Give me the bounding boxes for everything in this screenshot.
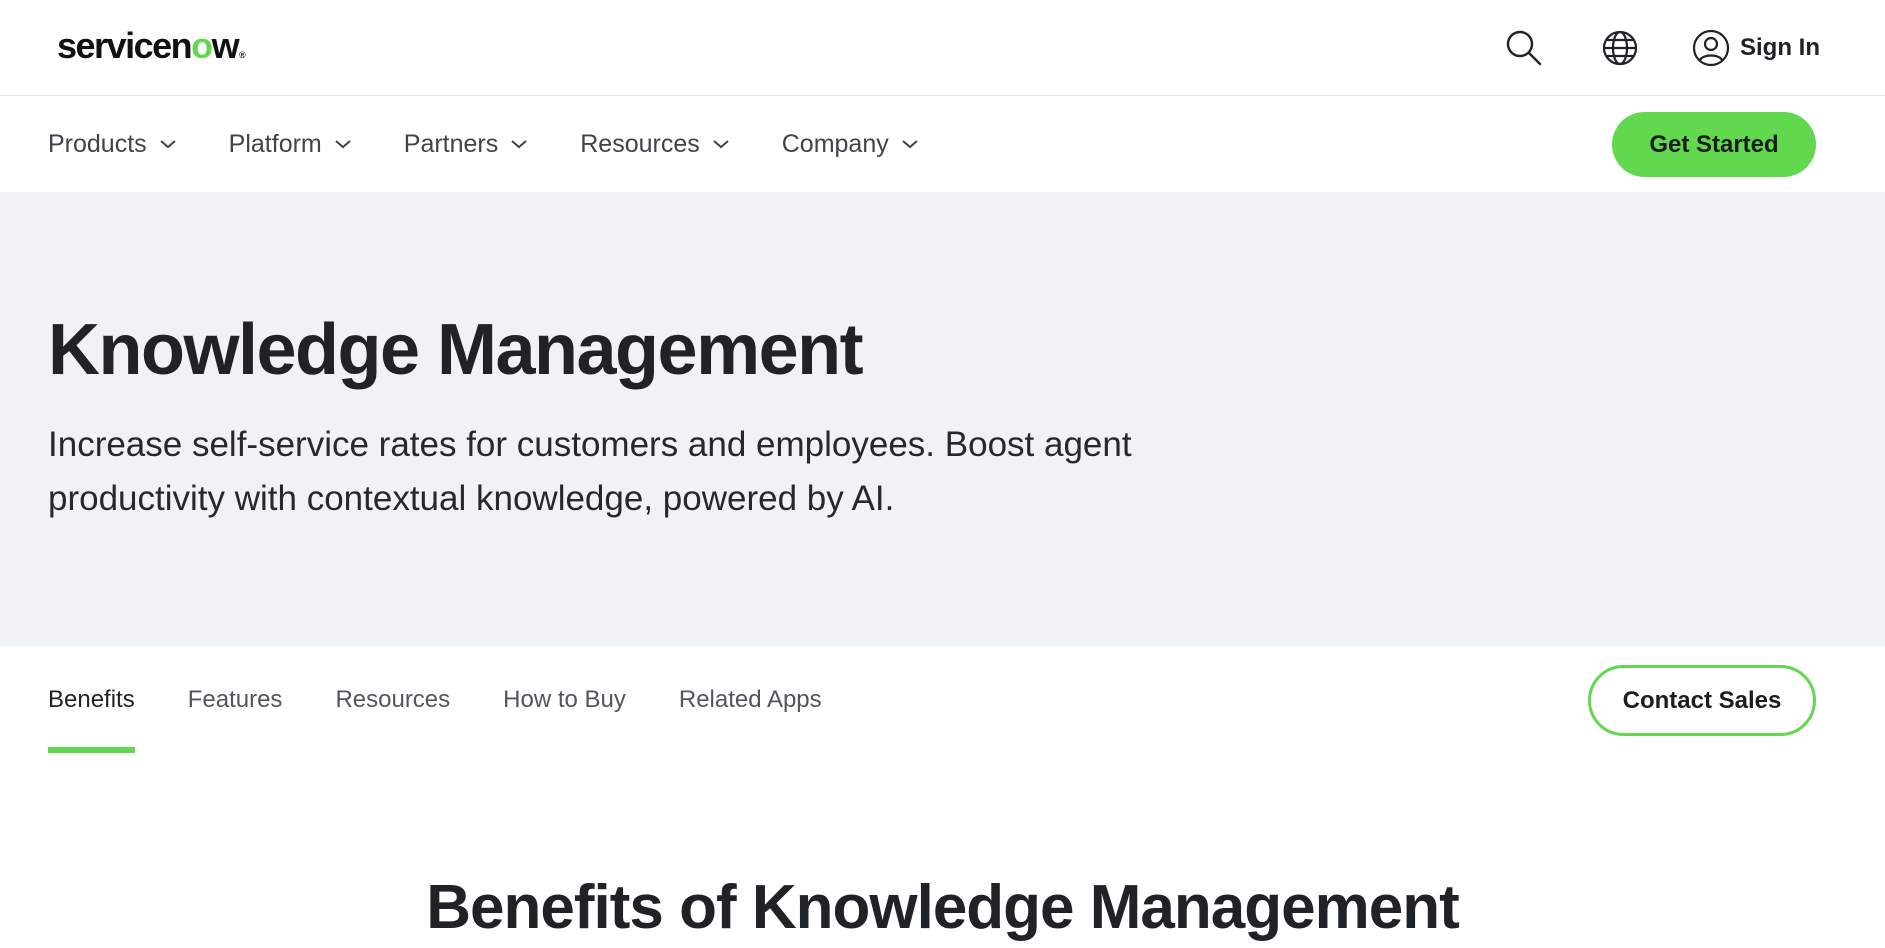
servicenow-logo[interactable]: servicenow®	[57, 24, 246, 77]
chevron-down-icon	[510, 138, 528, 150]
get-started-button[interactable]: Get Started	[1612, 112, 1816, 177]
nav-item-platform[interactable]: Platform	[229, 130, 352, 159]
nav-menu: Products Platform Partners Resources Com…	[48, 96, 971, 192]
top-header: servicenow® Sign In	[0, 0, 1885, 96]
header-actions: Sign In	[1502, 24, 1820, 72]
chevron-down-icon	[901, 138, 919, 150]
contact-sales-button[interactable]: Contact Sales	[1588, 665, 1816, 736]
nav-item-partners[interactable]: Partners	[404, 130, 528, 159]
tab-related-apps[interactable]: Related Apps	[679, 646, 822, 756]
nav-item-resources[interactable]: Resources	[580, 130, 730, 159]
main-nav: Products Platform Partners Resources Com…	[0, 96, 1885, 192]
search-icon[interactable]	[1502, 26, 1546, 70]
tab-how-to-buy[interactable]: How to Buy	[503, 646, 626, 756]
chevron-down-icon	[712, 138, 730, 150]
nav-item-company[interactable]: Company	[782, 130, 919, 159]
nav-item-products[interactable]: Products	[48, 130, 177, 159]
globe-icon[interactable]	[1598, 26, 1642, 70]
chevron-down-icon	[159, 138, 177, 150]
sign-in-label: Sign In	[1740, 34, 1820, 61]
section-tabs: Benefits Features Resources How to Buy R…	[48, 646, 875, 756]
tab-features[interactable]: Features	[188, 646, 283, 756]
page-title: Knowledge Management	[48, 310, 864, 390]
sign-in-button[interactable]: Sign In	[1692, 29, 1820, 67]
chevron-down-icon	[334, 138, 352, 150]
tab-resources[interactable]: Resources	[335, 646, 450, 756]
hero-description: Increase self-service rates for customer…	[48, 425, 1132, 518]
benefits-heading: Benefits of Knowledge Management	[426, 873, 1459, 942]
section-tabs-bar: Benefits Features Resources How to Buy R…	[0, 646, 1885, 784]
tab-benefits[interactable]: Benefits	[48, 646, 135, 756]
user-icon	[1692, 29, 1730, 67]
hero-section: Knowledge Management Increase self-servi…	[0, 192, 1885, 646]
